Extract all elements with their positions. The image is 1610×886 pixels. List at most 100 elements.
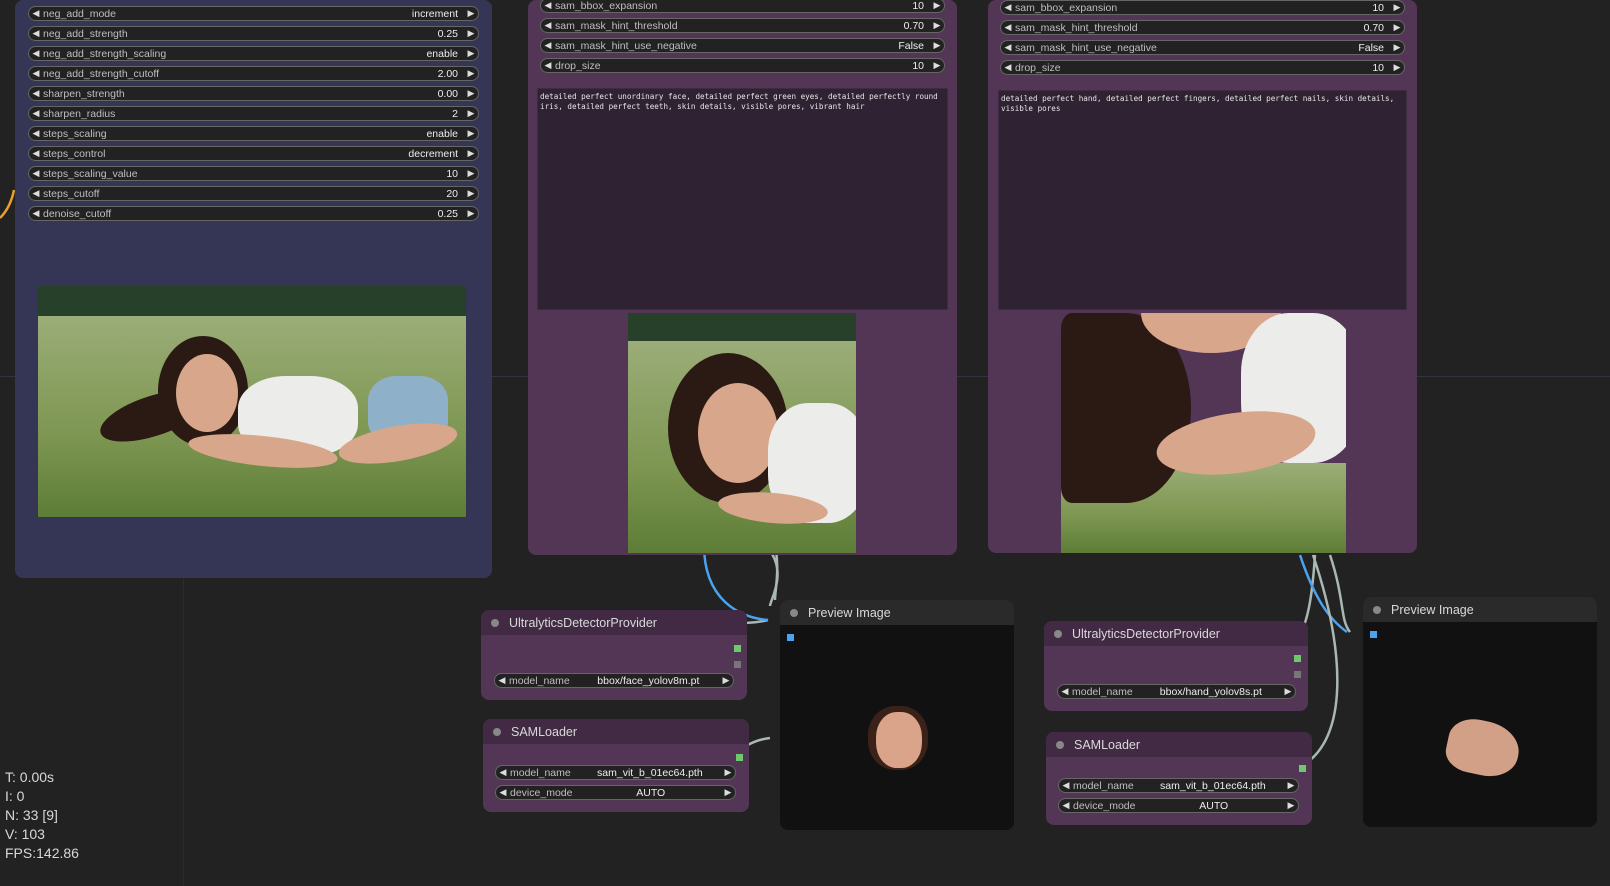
decrement-arrow-icon[interactable]: ◀ (29, 8, 43, 19)
widget-steps-scaling[interactable]: ◀ steps_scaling enable ▶ (28, 126, 479, 141)
increment-arrow-icon[interactable]: ▶ (464, 8, 478, 19)
increment-arrow-icon[interactable]: ▶ (464, 48, 478, 59)
node-title-bar[interactable]: UltralyticsDetectorProvider (481, 610, 747, 635)
detailer-settings-node[interactable]: ◀ neg_add_mode increment ▶ ◀ neg_add_str… (15, 0, 492, 578)
node-title-bar[interactable]: SAMLoader (483, 719, 749, 744)
widget-steps-scaling-value[interactable]: ◀ steps_scaling_value 10 ▶ (28, 166, 479, 181)
widget-model-name[interactable]: ◀ model_name bbox/face_yolov8m.pt ▶ (494, 673, 734, 688)
node-title-bar[interactable]: UltralyticsDetectorProvider (1044, 621, 1308, 646)
increment-arrow-icon[interactable]: ▶ (464, 188, 478, 199)
increment-arrow-icon[interactable]: ▶ (1390, 22, 1404, 33)
decrement-arrow-icon[interactable]: ◀ (541, 20, 555, 31)
decrement-arrow-icon[interactable]: ◀ (29, 208, 43, 219)
preview-image-hand-node[interactable]: Preview Image (1363, 597, 1597, 827)
widget-sam-bbox-expansion[interactable]: ◀ sam_bbox_expansion 10 ▶ (540, 0, 945, 13)
widget-neg-add-mode[interactable]: ◀ neg_add_mode increment ▶ (28, 6, 479, 21)
input-slot-images[interactable] (1370, 631, 1377, 638)
decrement-arrow-icon[interactable]: ◀ (29, 68, 43, 79)
decrement-arrow-icon[interactable]: ◀ (29, 48, 43, 59)
collapse-dot-icon[interactable] (1054, 629, 1062, 638)
input-slot-images[interactable] (787, 634, 794, 641)
widget-device-mode[interactable]: ◀ device_mode AUTO ▶ (1058, 798, 1299, 813)
ultralytics-detector-hand-node[interactable]: UltralyticsDetectorProvider ◀ model_name… (1044, 621, 1308, 711)
widget-steps-control[interactable]: ◀ steps_control decrement ▶ (28, 146, 479, 161)
collapse-dot-icon[interactable] (493, 727, 501, 736)
decrement-arrow-icon[interactable]: ◀ (29, 108, 43, 119)
widget-neg-add-strength[interactable]: ◀ neg_add_strength 0.25 ▶ (28, 26, 479, 41)
increment-arrow-icon[interactable]: ▶ (930, 60, 944, 71)
increment-arrow-icon[interactable]: ▶ (1390, 2, 1404, 13)
increment-arrow-icon[interactable]: ▶ (1390, 62, 1404, 73)
increment-arrow-icon[interactable]: ▶ (464, 28, 478, 39)
widget-model-name[interactable]: ◀ model_name sam_vit_b_01ec64.pth ▶ (1058, 778, 1299, 793)
increment-arrow-icon[interactable]: ▶ (464, 108, 478, 119)
increment-arrow-icon[interactable]: ▶ (1284, 800, 1298, 811)
node-title-bar[interactable]: Preview Image (780, 600, 1014, 625)
widget-neg-add-strength-cutoff[interactable]: ◀ neg_add_strength_cutoff 2.00 ▶ (28, 66, 479, 81)
decrement-arrow-icon[interactable]: ◀ (1001, 62, 1015, 73)
increment-arrow-icon[interactable]: ▶ (464, 208, 478, 219)
increment-arrow-icon[interactable]: ▶ (930, 0, 944, 11)
hand-detailer-node[interactable]: ◀ sam_bbox_expansion 10 ▶ ◀ sam_mask_hin… (988, 0, 1417, 553)
widget-sam-mask-hint-use-negative[interactable]: ◀ sam_mask_hint_use_negative False ▶ (540, 38, 945, 53)
increment-arrow-icon[interactable]: ▶ (719, 675, 733, 686)
decrement-arrow-icon[interactable]: ◀ (1059, 780, 1073, 791)
decrement-arrow-icon[interactable]: ◀ (541, 0, 555, 11)
decrement-arrow-icon[interactable]: ◀ (1001, 22, 1015, 33)
increment-arrow-icon[interactable]: ▶ (721, 787, 735, 798)
widget-sharpen-radius[interactable]: ◀ sharpen_radius 2 ▶ (28, 106, 479, 121)
increment-arrow-icon[interactable]: ▶ (464, 168, 478, 179)
widget-sam-mask-hint-threshold[interactable]: ◀ sam_mask_hint_threshold 0.70 ▶ (540, 18, 945, 33)
collapse-dot-icon[interactable] (790, 608, 798, 617)
increment-arrow-icon[interactable]: ▶ (721, 767, 735, 778)
increment-arrow-icon[interactable]: ▶ (464, 148, 478, 159)
widget-sam-bbox-expansion[interactable]: ◀ sam_bbox_expansion 10 ▶ (1000, 0, 1405, 15)
output-slot-sam-model[interactable] (1299, 765, 1306, 772)
preview-image-face-node[interactable]: Preview Image (780, 600, 1014, 830)
decrement-arrow-icon[interactable]: ◀ (29, 128, 43, 139)
increment-arrow-icon[interactable]: ▶ (464, 128, 478, 139)
widget-model-name[interactable]: ◀ model_name sam_vit_b_01ec64.pth ▶ (495, 765, 736, 780)
increment-arrow-icon[interactable]: ▶ (930, 40, 944, 51)
widget-sam-mask-hint-threshold[interactable]: ◀ sam_mask_hint_threshold 0.70 ▶ (1000, 20, 1405, 35)
decrement-arrow-icon[interactable]: ◀ (496, 767, 510, 778)
decrement-arrow-icon[interactable]: ◀ (1058, 686, 1072, 697)
decrement-arrow-icon[interactable]: ◀ (1001, 2, 1015, 13)
decrement-arrow-icon[interactable]: ◀ (541, 40, 555, 51)
collapse-dot-icon[interactable] (1056, 740, 1064, 749)
widget-drop-size[interactable]: ◀ drop_size 10 ▶ (540, 58, 945, 73)
increment-arrow-icon[interactable]: ▶ (464, 68, 478, 79)
widget-steps-cutoff[interactable]: ◀ steps_cutoff 20 ▶ (28, 186, 479, 201)
sam-loader-face-node[interactable]: SAMLoader ◀ model_name sam_vit_b_01ec64.… (483, 719, 749, 812)
sam-loader-hand-node[interactable]: SAMLoader ◀ model_name sam_vit_b_01ec64.… (1046, 732, 1312, 825)
face-prompt-textarea[interactable]: detailed perfect unordinary face, detail… (537, 88, 948, 310)
decrement-arrow-icon[interactable]: ◀ (29, 88, 43, 99)
hand-prompt-textarea[interactable]: detailed perfect hand, detailed perfect … (998, 90, 1407, 310)
widget-sharpen-strength[interactable]: ◀ sharpen_strength 0.00 ▶ (28, 86, 479, 101)
decrement-arrow-icon[interactable]: ◀ (1001, 42, 1015, 53)
ultralytics-detector-face-node[interactable]: UltralyticsDetectorProvider ◀ model_name… (481, 610, 747, 700)
node-title-bar[interactable]: Preview Image (1363, 597, 1597, 622)
increment-arrow-icon[interactable]: ▶ (930, 20, 944, 31)
decrement-arrow-icon[interactable]: ◀ (541, 60, 555, 71)
increment-arrow-icon[interactable]: ▶ (1284, 780, 1298, 791)
face-detailer-node[interactable]: ◀ sam_bbox_expansion 10 ▶ ◀ sam_mask_hin… (528, 0, 957, 555)
increment-arrow-icon[interactable]: ▶ (1390, 42, 1404, 53)
output-slot-segm-detector[interactable] (734, 661, 741, 668)
node-title-bar[interactable]: SAMLoader (1046, 732, 1312, 757)
increment-arrow-icon[interactable]: ▶ (464, 88, 478, 99)
decrement-arrow-icon[interactable]: ◀ (1059, 800, 1073, 811)
collapse-dot-icon[interactable] (491, 618, 499, 627)
decrement-arrow-icon[interactable]: ◀ (29, 188, 43, 199)
output-slot-bbox-detector[interactable] (734, 645, 741, 652)
widget-neg-add-strength-scaling[interactable]: ◀ neg_add_strength_scaling enable ▶ (28, 46, 479, 61)
decrement-arrow-icon[interactable]: ◀ (29, 148, 43, 159)
decrement-arrow-icon[interactable]: ◀ (29, 168, 43, 179)
decrement-arrow-icon[interactable]: ◀ (496, 787, 510, 798)
output-slot-bbox-detector[interactable] (1294, 655, 1301, 662)
widget-device-mode[interactable]: ◀ device_mode AUTO ▶ (495, 785, 736, 800)
collapse-dot-icon[interactable] (1373, 605, 1381, 614)
output-slot-sam-model[interactable] (736, 754, 743, 761)
decrement-arrow-icon[interactable]: ◀ (495, 675, 509, 686)
widget-sam-mask-hint-use-negative[interactable]: ◀ sam_mask_hint_use_negative False ▶ (1000, 40, 1405, 55)
